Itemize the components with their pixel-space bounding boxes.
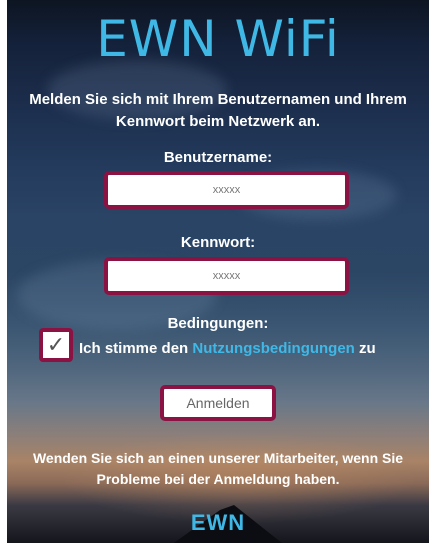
username-label: Benutzername: <box>163 149 273 166</box>
intro-line-2: Kennwort beim Netzwerk an. <box>115 113 321 130</box>
username-input[interactable] <box>104 171 349 209</box>
terms-checkbox[interactable]: ✓ <box>39 328 73 362</box>
help-line-2: Probleme bei der Anmeldung haben. <box>96 471 340 487</box>
password-label: Kennwort: <box>180 234 256 251</box>
login-instructions: Melden Sie sich mit Ihrem Benutzernamen … <box>7 89 429 133</box>
intro-line-1: Melden Sie sich mit Ihrem Benutzernamen … <box>29 91 407 108</box>
login-button[interactable]: Anmelden <box>160 385 276 421</box>
terms-statement: Ich stimme den Nutzungsbedingungen zu <box>79 340 376 357</box>
login-screen: EWN WiFi Melden Sie sich mit Ihrem Benut… <box>7 0 429 543</box>
ewn-logo: EWN <box>190 510 246 535</box>
page-title: EWN WiFi <box>96 10 340 68</box>
terms-link[interactable]: Nutzungsbedingungen <box>192 340 354 357</box>
password-input[interactable] <box>104 257 349 295</box>
terms-text-before: Ich stimme den <box>79 340 193 357</box>
checkmark-icon: ✓ <box>46 332 66 357</box>
help-text: Wenden Sie sich an einen unserer Mitarbe… <box>7 448 429 490</box>
terms-text-after: zu <box>354 340 376 357</box>
help-line-1: Wenden Sie sich an einen unserer Mitarbe… <box>32 450 404 466</box>
